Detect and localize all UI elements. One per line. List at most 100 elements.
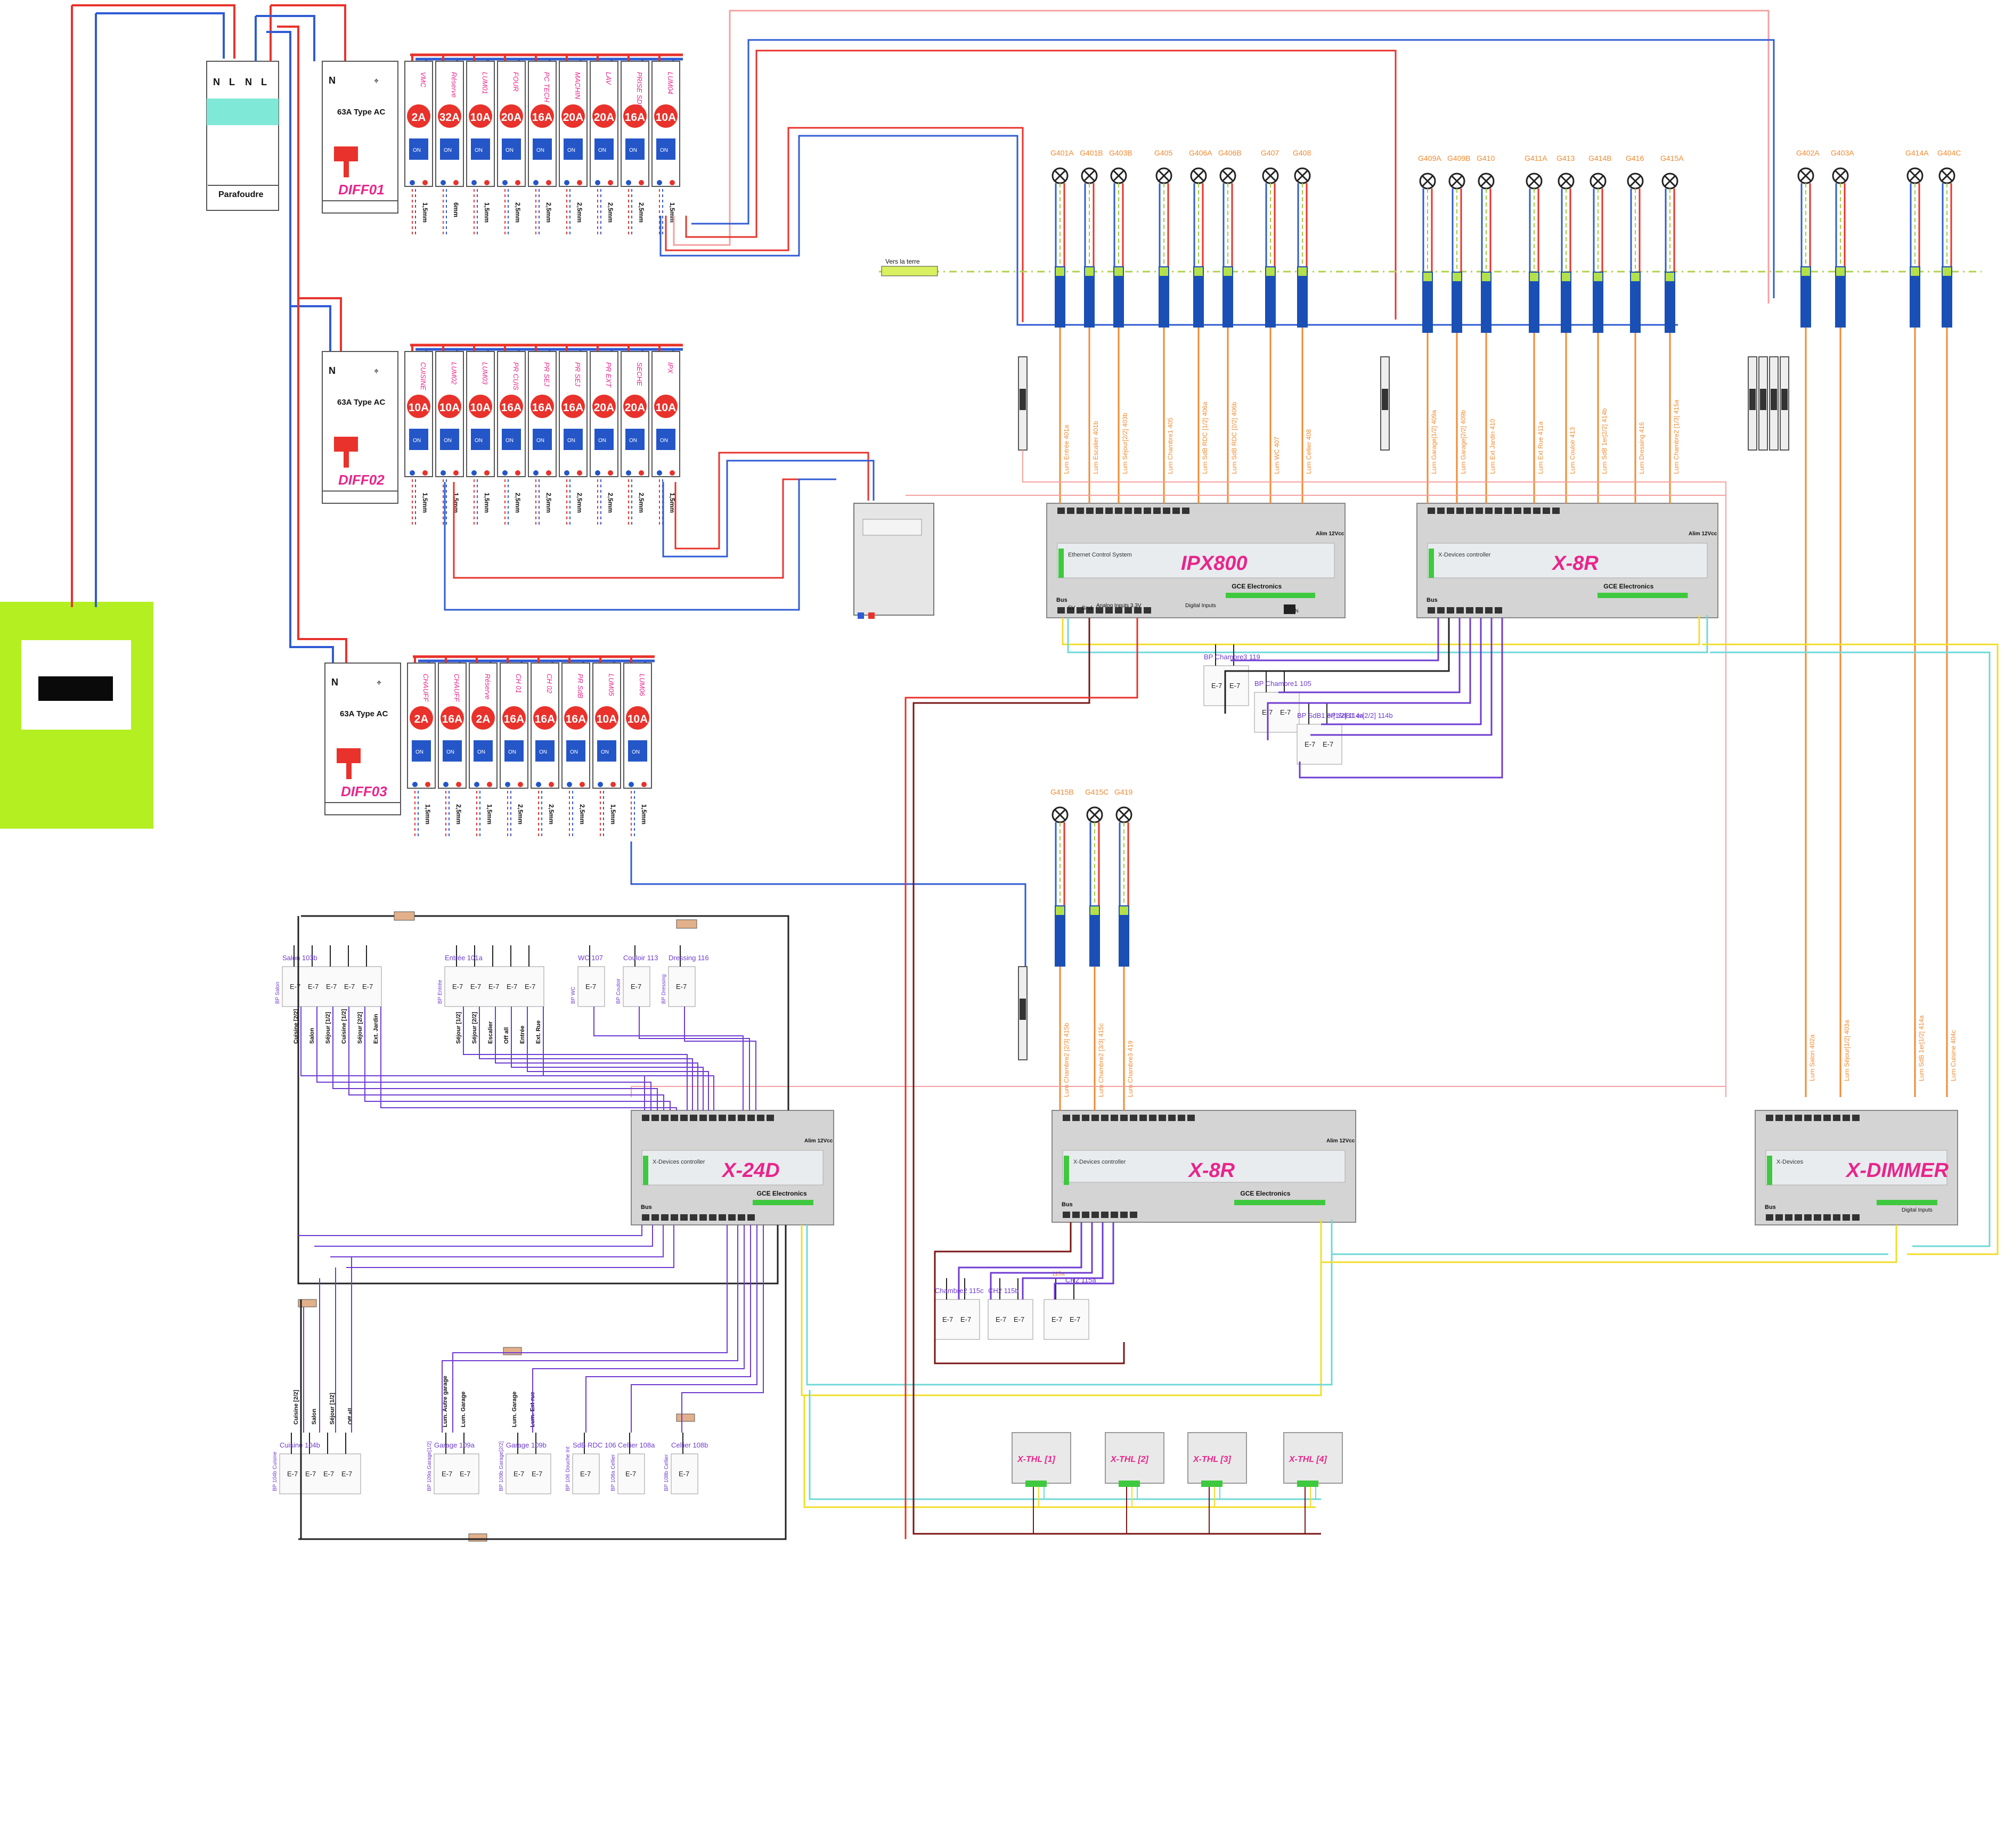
bus-label: Bus xyxy=(1765,1204,1776,1211)
differential-n-label: N xyxy=(329,75,336,86)
terminal-screw xyxy=(1178,1115,1185,1121)
terminal-screw xyxy=(1543,508,1550,514)
breaker-label: FOUR xyxy=(512,72,520,92)
button-cable-label: Lum. Autre garage xyxy=(442,1376,449,1427)
terminal xyxy=(608,470,613,476)
terminal-screw xyxy=(1163,508,1170,514)
terminal xyxy=(425,782,430,787)
breaker-label: MACHIN xyxy=(574,72,582,100)
wago-connector xyxy=(1119,937,1129,967)
push-button-tag: BP WC xyxy=(570,986,576,1004)
differential-lever xyxy=(334,437,358,452)
button-wire xyxy=(452,1225,728,1433)
differential-name: DIFF03 xyxy=(341,783,387,799)
push-button-icon: E-7 xyxy=(996,1315,1006,1323)
push-button-box xyxy=(434,1453,479,1494)
fuse xyxy=(1749,389,1756,410)
lamp-id: G415C xyxy=(1085,788,1109,796)
test-icon: ⌖ xyxy=(374,367,379,376)
terminal-screw xyxy=(651,1115,659,1121)
wire xyxy=(298,1225,642,1236)
push-button-tag: BP Salon xyxy=(275,982,281,1004)
wago-connector xyxy=(1084,298,1095,328)
terminal xyxy=(868,612,875,619)
push-button-icon: E-7 xyxy=(960,1315,971,1323)
terminal xyxy=(410,180,415,185)
terminal xyxy=(564,180,569,185)
terminal xyxy=(639,180,644,185)
wago-connector xyxy=(1665,304,1675,333)
button-cable-label: Escalier xyxy=(487,1021,494,1044)
cable-section: 2,5mm xyxy=(576,202,583,223)
cable-section: 1,5mm xyxy=(609,804,617,824)
push-button-title: Garage 109b xyxy=(506,1441,547,1449)
button-cable-label: Séjour [2/2] xyxy=(357,1012,363,1044)
button-cable-label: Entrée xyxy=(519,1026,526,1044)
module-brand: GCE Electronics xyxy=(757,1190,807,1197)
thl-label: X-THL [3] xyxy=(1193,1455,1231,1464)
breaker-on-label: ON xyxy=(413,148,421,153)
wago-lever xyxy=(1056,906,1064,915)
wago-connector xyxy=(1529,304,1539,333)
terminal-screw xyxy=(1485,607,1493,614)
module-led-strip xyxy=(1226,593,1315,598)
cable-section: 2,5mm xyxy=(576,493,583,513)
breaker-on-label: ON xyxy=(567,148,575,153)
push-button-box xyxy=(506,1453,551,1494)
differential-type: 63A Type AC xyxy=(340,709,388,718)
terminal-screw xyxy=(719,1214,726,1221)
breaker-label: LUM01 xyxy=(481,72,489,94)
terminal xyxy=(546,470,551,476)
terminal xyxy=(441,470,446,476)
push-button-title: Cellier 108a xyxy=(618,1441,655,1449)
breaker-label: CH 02 xyxy=(545,674,553,694)
wago-connector xyxy=(1910,298,1920,328)
module-title: X-8R xyxy=(1188,1159,1235,1182)
push-button-icon: E-7 xyxy=(585,983,596,991)
supply-wire xyxy=(912,618,1321,1535)
wago-connector xyxy=(1055,298,1065,328)
push-button-icon: E-7 xyxy=(362,983,373,991)
breaker-label: PR EXT xyxy=(605,362,613,388)
surge-label: Parafoudre xyxy=(218,190,264,199)
cable-section: 1,5mm xyxy=(424,804,431,824)
terminal xyxy=(639,470,644,476)
breaker-label: SECHE xyxy=(635,362,643,386)
module-subtitle: X-Devices controller xyxy=(1438,552,1491,558)
wago-lever xyxy=(1120,906,1128,915)
terminal-screw xyxy=(1766,1214,1773,1221)
push-button-tag: BP 108b Cellier xyxy=(664,1454,670,1491)
terminal-screw xyxy=(661,1115,669,1121)
terminal xyxy=(515,470,520,476)
lan-port xyxy=(1284,604,1295,614)
breaker-rating: 16A xyxy=(563,402,584,414)
terminal-screw xyxy=(1552,508,1560,514)
breaker-on-label: ON xyxy=(444,438,452,444)
push-button-title: Cuisine 104b xyxy=(280,1441,320,1449)
terminal xyxy=(657,470,662,476)
terminal xyxy=(608,180,613,185)
terminal-screw xyxy=(1833,1115,1840,1121)
terminal xyxy=(471,180,477,185)
breaker-rating: 16A xyxy=(504,713,525,725)
push-button-tag: BP Dressing xyxy=(661,975,667,1004)
fuse xyxy=(1771,389,1777,410)
lamp-cable-label: Lum Entrée 401a xyxy=(1063,425,1070,474)
lamp-id: G419 xyxy=(1114,788,1132,796)
breaker-rating: 16A xyxy=(566,713,586,725)
lamp-cable-label: Lum Chambre2 [1/3] 415a xyxy=(1673,399,1680,474)
terminal xyxy=(410,470,415,476)
lamp-cable-label: Lum SdB RDC [2/2] 406b xyxy=(1230,402,1238,474)
breaker-label: IPX xyxy=(666,362,674,374)
terminal-screw xyxy=(1187,1115,1195,1121)
terminal-screw xyxy=(651,1214,659,1221)
status-led-bar xyxy=(1429,549,1434,578)
push-button-icon: E-7 xyxy=(305,1470,316,1478)
terminal-screw xyxy=(1766,1115,1773,1121)
wago-connector xyxy=(1193,298,1204,328)
push-button-tag: BP 109a Garage[1/2] xyxy=(427,1441,433,1491)
push-button-icon: E-7 xyxy=(1305,740,1315,748)
terminal-screw xyxy=(1428,607,1435,614)
button-cable-label: Séjour [1/2] xyxy=(329,1393,336,1425)
breaker-rating: 16A xyxy=(535,713,556,725)
